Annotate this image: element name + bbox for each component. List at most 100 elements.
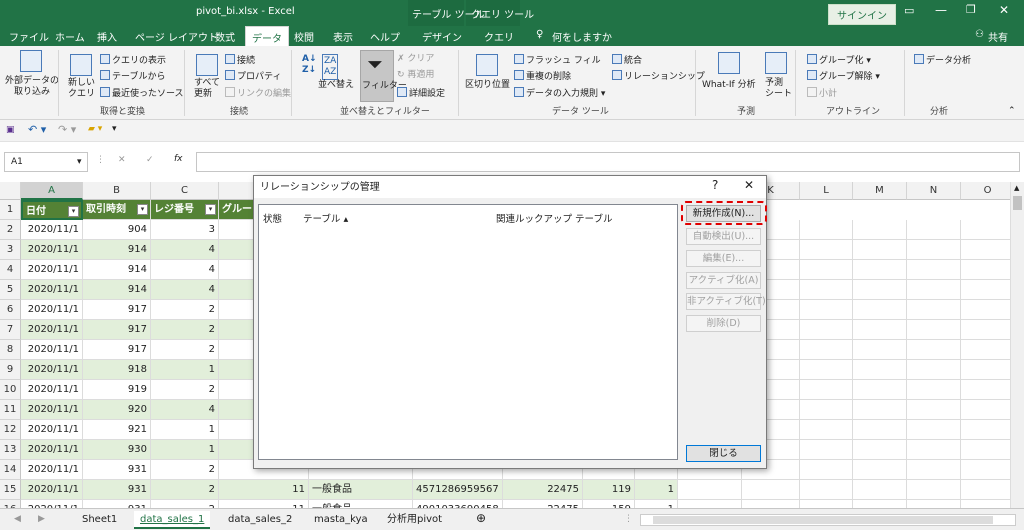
table-cell[interactable]: 4 (151, 280, 219, 300)
restore-icon[interactable]: ❐ (966, 3, 976, 16)
recent-sources-button[interactable]: 最近使ったソース (100, 87, 184, 100)
table-cell[interactable]: 919 (83, 380, 151, 400)
empty-cell[interactable] (800, 380, 853, 400)
empty-cell[interactable] (961, 220, 1010, 240)
dialog-close-icon[interactable]: ✕ (744, 179, 754, 191)
tell-me-search[interactable]: 何をしますか (552, 29, 612, 44)
empty-cell[interactable] (907, 360, 961, 380)
table-cell[interactable]: 904 (83, 220, 151, 240)
tab-home[interactable]: ホーム (55, 29, 85, 44)
column-header-l[interactable]: L (800, 182, 853, 200)
column-header-a[interactable]: A (21, 182, 83, 200)
row-header[interactable]: 12 (0, 420, 21, 440)
refresh-all-button[interactable]: すべて 更新 (194, 78, 220, 100)
prev-sheet-icon[interactable]: ◀ (14, 514, 21, 525)
empty-cell[interactable] (853, 380, 907, 400)
next-sheet-icon[interactable]: ▶ (38, 514, 45, 525)
empty-cell[interactable] (800, 260, 853, 280)
name-box[interactable]: A1 ▾ (4, 152, 88, 172)
edit-button[interactable]: 編集(E)... (686, 250, 761, 267)
insert-function-icon[interactable]: fx (174, 154, 183, 165)
empty-cell[interactable] (907, 500, 961, 508)
collapse-ribbon-icon[interactable]: ⌃ (1008, 106, 1016, 117)
empty-cell[interactable] (961, 300, 1010, 320)
empty-cell[interactable] (907, 240, 961, 260)
tab-file[interactable]: ファイル (9, 29, 49, 44)
row-header[interactable]: 10 (0, 380, 21, 400)
list-header-table[interactable]: テーブル ▴ (303, 211, 348, 225)
table-cell[interactable]: 930 (83, 440, 151, 460)
empty-cell[interactable] (800, 460, 853, 480)
table-cell[interactable]: 22475 (503, 480, 583, 500)
row-header[interactable]: 16 (0, 500, 21, 508)
table-cell[interactable]: 914 (83, 280, 151, 300)
empty-cell[interactable] (907, 320, 961, 340)
horizontal-scrollbar[interactable] (640, 514, 1016, 526)
table-cell[interactable]: 2020/11/1 (21, 420, 83, 440)
empty-cell[interactable] (800, 340, 853, 360)
table-cell[interactable]: 159 (583, 500, 635, 508)
row-header[interactable]: 9 (0, 360, 21, 380)
filter-dropdown-icon[interactable]: ▾ (205, 204, 216, 215)
row-header[interactable]: 13 (0, 440, 21, 460)
auto-detect-button[interactable]: 自動検出(U)... (686, 228, 761, 245)
relationships-list[interactable]: 状態 テーブル ▴ 関連ルックアップ テーブル (258, 204, 678, 460)
ungroup-button[interactable]: グループ解除 ▾ (807, 70, 880, 83)
empty-cell[interactable] (907, 300, 961, 320)
empty-cell[interactable] (853, 220, 907, 240)
cancel-icon[interactable]: ✕ (118, 155, 126, 166)
table-cell[interactable]: 4 (151, 400, 219, 420)
table-cell[interactable]: 119 (583, 480, 635, 500)
empty-cell[interactable] (961, 280, 1010, 300)
table-cell[interactable]: 917 (83, 300, 151, 320)
tab-page-layout[interactable]: ページ レイアウト (135, 29, 218, 44)
table-cell[interactable]: 2020/11/1 (21, 260, 83, 280)
row-header[interactable]: 14 (0, 460, 21, 480)
remove-duplicates-button[interactable]: 重複の削除 (514, 70, 571, 83)
table-cell[interactable]: 2 (151, 300, 219, 320)
empty-cell[interactable] (853, 360, 907, 380)
enter-icon[interactable]: ✓ (146, 155, 154, 166)
empty-cell[interactable] (961, 240, 1010, 260)
table-cell[interactable]: 2 (151, 320, 219, 340)
empty-cell[interactable] (907, 380, 961, 400)
empty-cell[interactable] (678, 480, 742, 500)
table-cell[interactable]: 914 (83, 240, 151, 260)
empty-cell[interactable] (853, 240, 907, 260)
table-cell[interactable]: 2020/11/1 (21, 440, 83, 460)
close-button[interactable]: 閉じる (686, 445, 761, 462)
row-header[interactable]: 11 (0, 400, 21, 420)
row-header[interactable]: 1 (0, 200, 21, 220)
empty-cell[interactable] (853, 460, 907, 480)
tab-help[interactable]: ヘルプ (370, 29, 400, 44)
empty-cell[interactable] (800, 400, 853, 420)
new-relationship-button[interactable]: 新規作成(N)... (686, 205, 761, 222)
filter-dropdown-icon[interactable]: ▾ (137, 204, 148, 215)
undo-icon[interactable]: ↶ ▾ (28, 124, 46, 135)
scroll-up-icon[interactable]: ▲ (1014, 183, 1019, 194)
table-cell[interactable]: 22475 (503, 500, 583, 508)
row-header[interactable]: 5 (0, 280, 21, 300)
empty-cell[interactable] (961, 420, 1010, 440)
data-analysis-button[interactable]: データ分析 (914, 54, 971, 67)
sort-custom-icon[interactable]: ZA AZ (322, 54, 339, 80)
table-cell[interactable]: 2020/11/1 (21, 400, 83, 420)
tab-design[interactable]: デザイン (422, 29, 462, 44)
tab-insert[interactable]: 挿入 (97, 29, 117, 44)
empty-cell[interactable] (800, 440, 853, 460)
list-header-lookup[interactable]: 関連ルックアップ テーブル (496, 211, 612, 225)
empty-cell[interactable] (800, 500, 853, 508)
empty-cell[interactable] (678, 500, 742, 508)
empty-cell[interactable] (853, 440, 907, 460)
sheet-tab[interactable]: Sheet1 (76, 511, 123, 529)
tab-formulas[interactable]: 数式 (215, 29, 235, 44)
column-header-b[interactable]: B (83, 182, 151, 200)
empty-cell[interactable] (742, 480, 800, 500)
empty-cell[interactable] (907, 220, 961, 240)
empty-cell[interactable] (907, 480, 961, 500)
empty-cell[interactable] (853, 320, 907, 340)
minimize-icon[interactable]: — (935, 3, 947, 17)
table-header-cell[interactable]: 日付 ▾ (21, 200, 83, 220)
tab-query[interactable]: クエリ (484, 29, 514, 44)
empty-cell[interactable] (961, 320, 1010, 340)
